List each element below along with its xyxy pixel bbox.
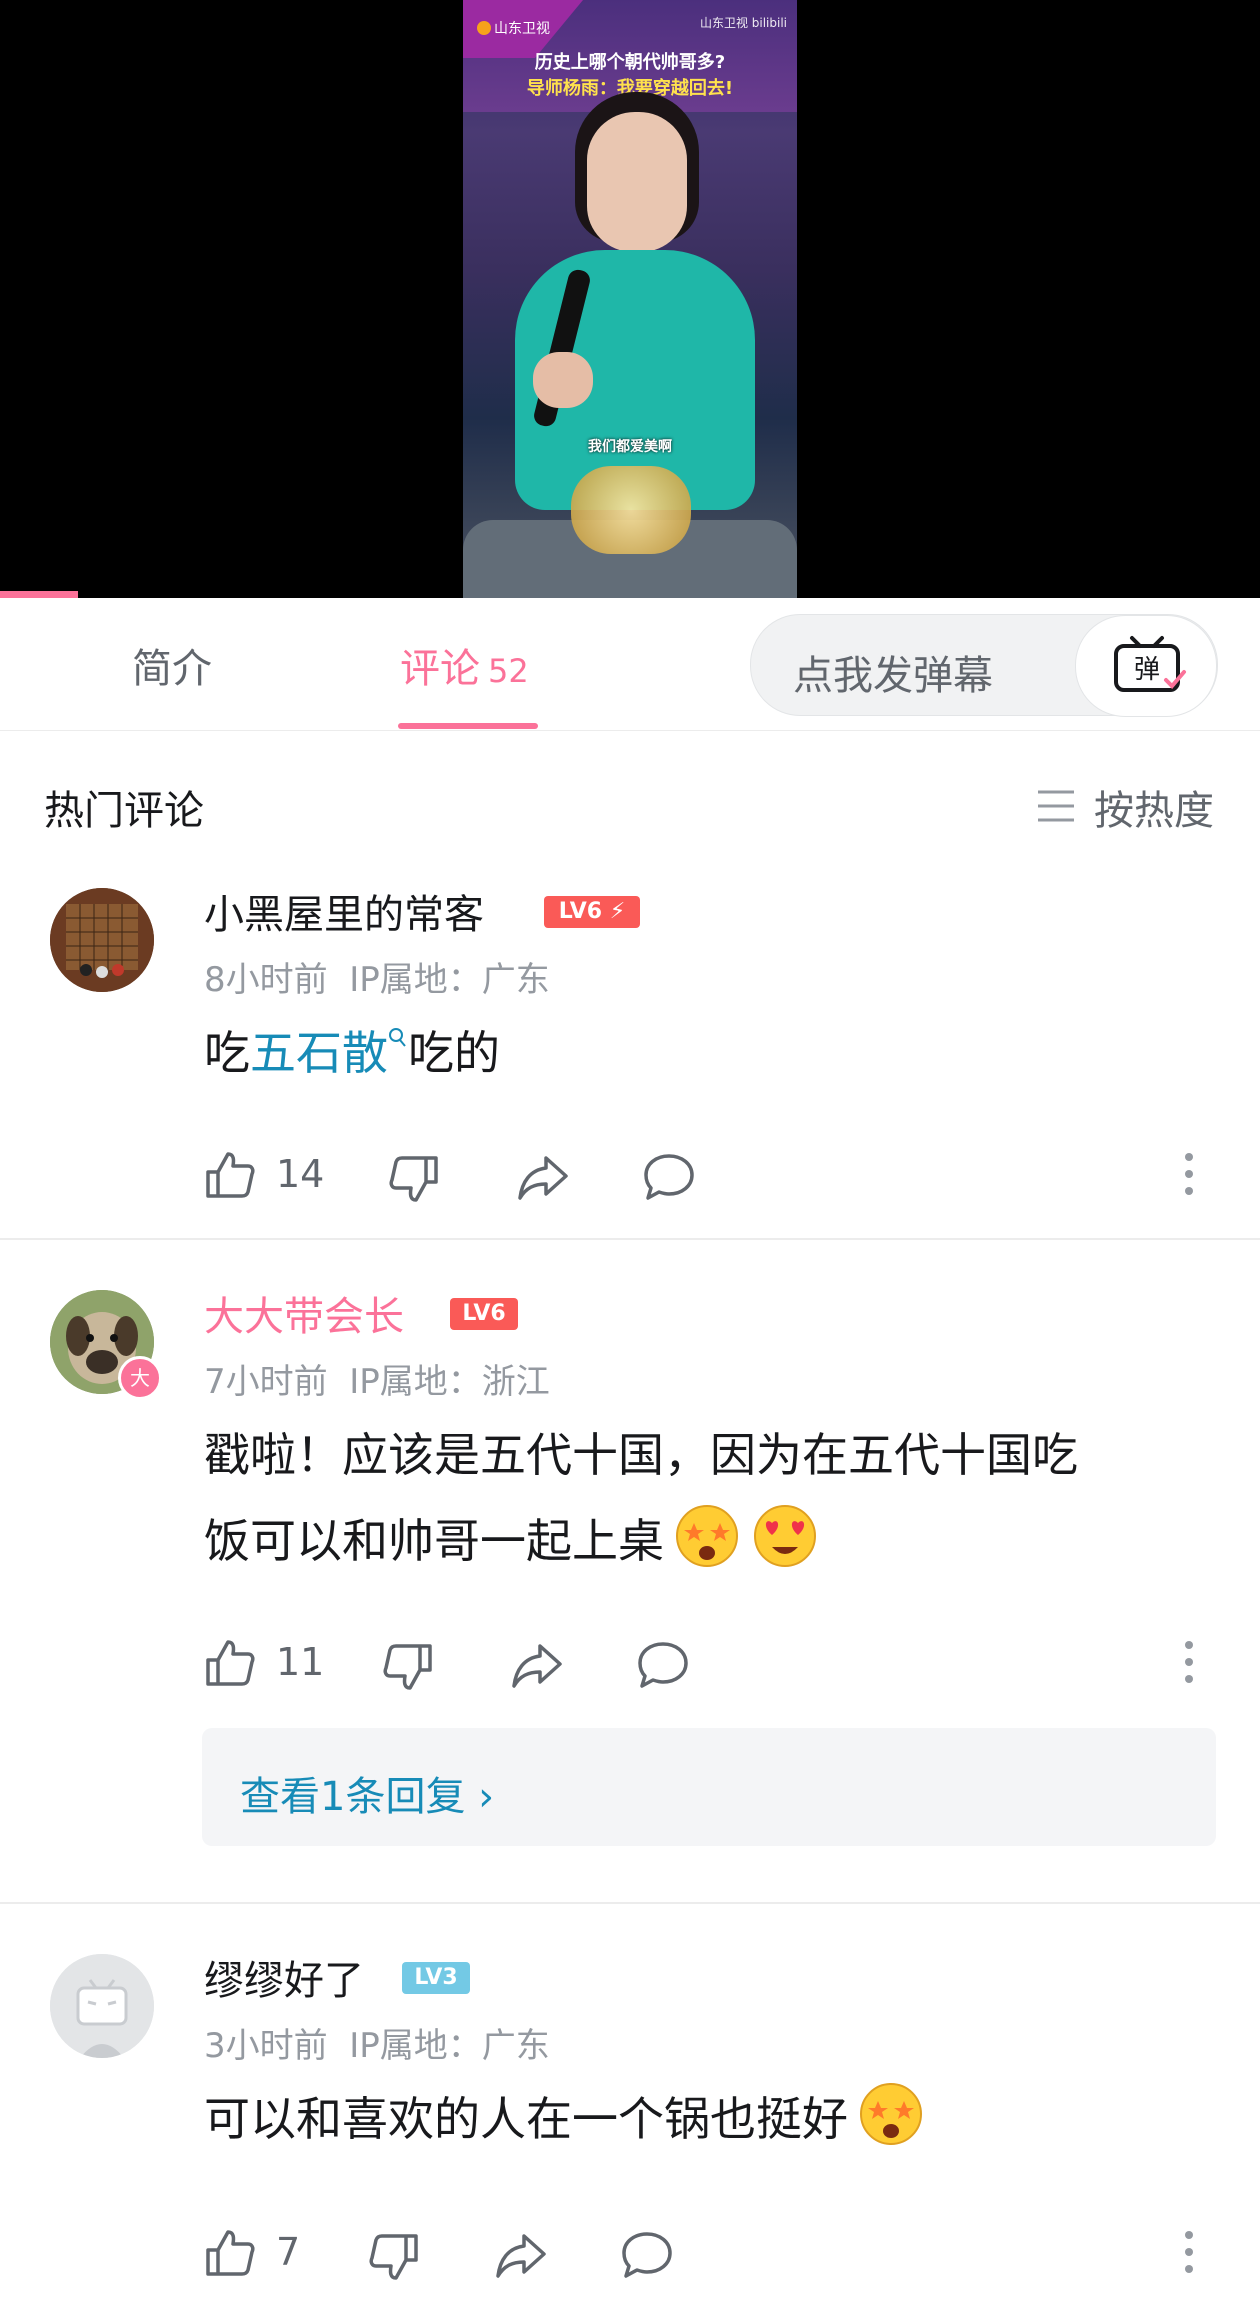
level-badge: LV3: [402, 1962, 470, 1994]
level-badge: LV6 ⚡: [544, 896, 640, 928]
channel-logo-text: 山东卫视: [494, 21, 550, 37]
danmaku-toggle-button[interactable]: 弹: [1075, 615, 1217, 717]
like-count: 7: [276, 2230, 301, 2274]
like-icon[interactable]: [202, 2226, 256, 2280]
danmaku-input[interactable]: 点我发弹幕 弹: [750, 614, 1218, 717]
username[interactable]: 缪缪好了: [204, 1948, 364, 2006]
video-watermark: 山东卫视 bilibili: [699, 16, 787, 30]
view-replies-link[interactable]: 查看1条回复 ›: [240, 1764, 494, 1822]
reply-icon[interactable]: [636, 1638, 690, 1692]
divider: [0, 1238, 1260, 1240]
dislike-icon[interactable]: [382, 1640, 436, 1694]
danmaku-tv-icon: 弹: [1114, 636, 1186, 692]
comment-text-part: 吃的: [408, 1026, 500, 1080]
comment-text-part: 饭可以和帅哥一起上桌: [204, 1514, 664, 1568]
star-struck-emoji-icon: [676, 1505, 738, 1567]
presenter-hand: [533, 352, 593, 408]
comment-count: 52: [488, 652, 529, 690]
avatar-chessboard-image: [50, 888, 154, 992]
comment-ip: IP属地：广东: [349, 2026, 550, 2066]
dislike-icon[interactable]: [368, 2230, 422, 2284]
danmaku-placeholder: 点我发弹幕: [793, 653, 993, 699]
star-struck-emoji-icon: [860, 2083, 922, 2145]
username[interactable]: 小黑屋里的常客: [204, 882, 484, 940]
default-tv-avatar-icon: [50, 1954, 154, 2058]
comment-text-line: 戳啦！应该是五代十国，因为在五代十国吃: [204, 1428, 1078, 1482]
share-icon[interactable]: [510, 1638, 564, 1692]
sort-label: 按热度: [1094, 788, 1214, 834]
sort-by-hot-button[interactable]: 按热度: [1036, 774, 1216, 834]
comment-meta: 8小时前 IP属地：广东: [204, 952, 550, 1001]
comment-ip: IP属地：浙江: [349, 1362, 550, 1402]
video-subtitle: 我们都爱美啊: [588, 439, 672, 455]
comment-text-part: 可以和喜欢的人在一个锅也挺好: [204, 2092, 848, 2146]
hot-comments-title: 热门评论: [44, 788, 204, 834]
share-icon[interactable]: [516, 1150, 570, 1204]
reply-icon[interactable]: [620, 2228, 674, 2282]
comment-text-part: 吃: [204, 1026, 250, 1080]
video-caption-line1: 历史上哪个朝代帅哥多?: [534, 52, 726, 73]
comment-time: 8小时前: [204, 960, 328, 1000]
comment-meta: 7小时前 IP属地：浙江: [204, 1354, 550, 1403]
like-count: 11: [276, 1640, 325, 1684]
comment-text: 吃五石散 吃的: [204, 1010, 500, 1096]
divider: [0, 1902, 1260, 1904]
dislike-icon[interactable]: [388, 1152, 442, 1206]
tab-comments-label: 评论: [400, 646, 480, 692]
like-icon[interactable]: [202, 1148, 256, 1202]
tab-comments[interactable]: 评论 52: [400, 636, 529, 694]
avatar[interactable]: [50, 1954, 154, 2058]
avatar[interactable]: [50, 888, 154, 992]
list-icon: [1038, 790, 1074, 822]
danmaku-icon-char: 弹: [1134, 655, 1160, 685]
comment-meta: 3小时前 IP属地：广东: [204, 2018, 550, 2067]
search-icon: [389, 1028, 406, 1047]
more-options-icon[interactable]: [1184, 1640, 1194, 1684]
comment-text-line: 饭可以和帅哥一起上桌: [204, 1498, 820, 1584]
like-icon[interactable]: [202, 1636, 256, 1690]
level-badge: LV6: [450, 1298, 518, 1330]
search-keyword-link[interactable]: 五石散: [250, 1026, 388, 1080]
sun-icon: [477, 21, 491, 35]
active-tab-indicator: [398, 723, 538, 729]
comment-time: 7小时前: [204, 1362, 328, 1402]
more-options-icon[interactable]: [1184, 2230, 1194, 2274]
comment-item: 小黑屋里的常客 LV6 ⚡ 8小时前 IP属地：广东 吃五石散 吃的 14: [0, 860, 1260, 1240]
heart-eyes-emoji-icon: [754, 1505, 816, 1567]
comment-ip: IP属地：广东: [349, 960, 550, 1000]
share-icon[interactable]: [494, 2228, 548, 2282]
presenter-face: [587, 112, 687, 252]
like-count: 14: [276, 1152, 325, 1196]
comment-text: 可以和喜欢的人在一个锅也挺好: [204, 2076, 926, 2162]
video-frame[interactable]: 山东卫视 山东卫视 bilibili 历史上哪个朝代帅哥多? 导师杨雨：我要穿越…: [463, 0, 797, 598]
comment-time: 3小时前: [204, 2026, 328, 2066]
level-text: LV6: [558, 899, 603, 924]
video-progress-bar[interactable]: [0, 591, 78, 598]
channel-logo: 山东卫视: [477, 18, 550, 38]
video-player[interactable]: 山东卫视 山东卫视 bilibili 历史上哪个朝代帅哥多? 导师杨雨：我要穿越…: [0, 0, 1260, 598]
tab-intro[interactable]: 简介: [132, 636, 212, 694]
username[interactable]: 大大带会长: [204, 1284, 404, 1342]
show-logo: [571, 466, 691, 554]
comment-item: 缪缪好了 LV3 3小时前 IP属地：广东 可以和喜欢的人在一个锅也挺好 7: [0, 1926, 1260, 2309]
more-options-icon[interactable]: [1184, 1152, 1194, 1196]
vip-badge: 大: [118, 1356, 162, 1400]
reply-icon[interactable]: [642, 1150, 696, 1204]
